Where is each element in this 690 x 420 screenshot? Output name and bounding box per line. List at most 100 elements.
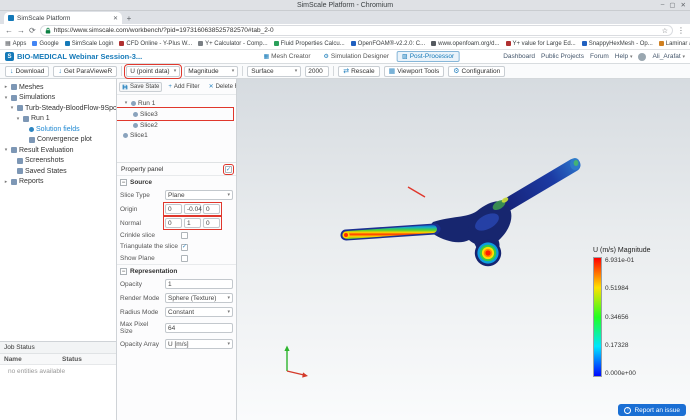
crinkle-checkbox[interactable] [181, 232, 188, 239]
close-icon[interactable]: ✕ [681, 1, 686, 9]
filter-tree-slice1[interactable]: Slice1 [117, 130, 236, 140]
bookmark-item[interactable]: SnappyHexMesh - Op... [582, 41, 653, 47]
tree-item-run1[interactable]: ▾Run 1 [0, 114, 116, 125]
simscale-logo: S [5, 52, 14, 61]
bookmark-star-icon[interactable]: ☆ [662, 27, 668, 35]
tab-mesh-creator[interactable]: ▦Mesh Creator [258, 51, 315, 62]
rescale-button[interactable]: ⇄Rescale [338, 66, 379, 77]
link-help[interactable]: Help ▾ [615, 53, 633, 60]
bookmark-item[interactable]: CFD Online - Y-Plus W... [119, 41, 192, 47]
tree-item-reports[interactable]: ▸Reports [0, 177, 116, 188]
origin-y-input[interactable]: -0.04 [184, 204, 201, 214]
favicon-icon [659, 41, 664, 46]
solution-fields-icon [29, 127, 34, 132]
representation-select[interactable]: Surface▾ [247, 66, 301, 77]
tree-item-meshes[interactable]: ▸Meshes [0, 82, 116, 93]
normal-z-input[interactable]: 0 [203, 218, 220, 228]
new-tab-button[interactable]: + [122, 12, 136, 24]
add-filter-button[interactable]: +Add Filter [165, 82, 202, 92]
origin-row: Origin 0 -0.04 0 [117, 202, 236, 216]
filter-tree-run1[interactable]: ▾Run 1 [117, 98, 236, 108]
filter-tree-slice2[interactable]: Slice2 [117, 120, 236, 130]
component-select[interactable]: Magnitude▾ [184, 66, 238, 77]
max-pixel-input[interactable]: 64 [165, 323, 233, 333]
back-icon[interactable]: ← [5, 27, 13, 35]
show-plane-checkbox[interactable] [181, 255, 188, 262]
bookmark-item[interactable]: www.openfoam.org/d... [431, 41, 499, 47]
tree-item-solution-fields[interactable]: Solution fields [0, 124, 116, 135]
chevron-down-icon: ▾ [227, 341, 230, 347]
chevron-down-icon: ▾ [227, 192, 230, 198]
bookmark-item[interactable]: Laminar and Turbulen... [659, 41, 690, 47]
user-menu[interactable]: Ali_Arafat ▾ [652, 53, 685, 60]
browser-tab[interactable]: SimScale Platform ✕ [4, 12, 122, 24]
legend-title: U (m/s) Magnitude [593, 247, 687, 254]
chevron-down-icon[interactable]: ▾ [3, 147, 9, 153]
maximize-icon[interactable]: ▢ [669, 1, 675, 9]
download-button[interactable]: ↓Download [5, 66, 49, 77]
link-dashboard[interactable]: Dashboard [503, 53, 535, 60]
save-state-button[interactable]: Save State [119, 82, 162, 92]
bookmark-apps[interactable]: ▦Apps [5, 40, 26, 47]
simulation-case-icon [17, 105, 23, 111]
bookmark-item[interactable]: SimScale Login [65, 41, 114, 47]
chevron-down-icon[interactable]: ▾ [9, 105, 15, 111]
get-paraviewer-button[interactable]: ↓Get ParaVieweR [53, 66, 117, 77]
tab-close-icon[interactable]: ✕ [113, 15, 118, 22]
delete-filter-button[interactable]: ✕Delete Filter [206, 81, 237, 92]
max-points-input[interactable]: 2000 [305, 66, 329, 77]
tree-item-simulation-name[interactable]: ▾Turb-Steady-BloodFlow-9Spc [0, 103, 116, 114]
tree-item-simulations[interactable]: ▾Simulations [0, 93, 116, 104]
opacity-array-select[interactable]: U [m/s]▾ [165, 339, 233, 349]
slice-type-select[interactable]: Plane▾ [165, 190, 233, 200]
configuration-button[interactable]: ⚙Configuration [448, 66, 505, 77]
link-public-projects[interactable]: Public Projects [541, 53, 584, 60]
tree-item-convergence-plot[interactable]: Convergence plot [0, 135, 116, 146]
apply-checkbox[interactable]: ✓ [225, 166, 232, 173]
url-input[interactable]: https://www.simscale.com/workbench/?pid=… [40, 25, 673, 36]
chevron-down-icon[interactable]: ▾ [123, 100, 129, 106]
source-section-header[interactable]: − Source [117, 175, 236, 188]
origin-z-input[interactable]: 0 [203, 204, 220, 214]
normal-x-input[interactable]: 0 [165, 218, 182, 228]
chevron-right-icon[interactable]: ▸ [3, 84, 9, 90]
chevron-right-icon[interactable]: ▸ [3, 179, 9, 185]
collapse-icon[interactable]: − [120, 268, 127, 275]
tree-item-saved-states[interactable]: Saved States [0, 166, 116, 177]
tab-post-processor[interactable]: ▨Post-Processor [397, 51, 459, 62]
link-forum[interactable]: Forum [590, 53, 609, 60]
chevron-down-icon[interactable]: ▾ [15, 116, 21, 122]
bookmark-item[interactable]: Y+ value for Large Ed... [506, 41, 576, 47]
representation-section-header[interactable]: − Representation [117, 264, 236, 277]
reload-icon[interactable]: ⟳ [29, 27, 36, 35]
report-issue-button[interactable]: ! Report an issue [618, 404, 686, 416]
bookmark-item[interactable]: OpenFOAM®-v2.2.0: C... [351, 41, 425, 47]
filter-tree-slice3[interactable]: Slice3 [117, 109, 232, 119]
bookmark-item[interactable]: Google [32, 41, 58, 47]
bookmark-item[interactable]: Fluid Properties Calcu... [274, 41, 345, 47]
collapse-icon[interactable]: − [120, 179, 127, 186]
field-select[interactable]: U (point data)▾ [126, 66, 180, 77]
chevron-down-icon[interactable]: ▾ [3, 95, 9, 101]
minimize-icon[interactable]: – [661, 1, 665, 9]
tab-title: SimScale Platform [17, 15, 70, 22]
origin-x-input[interactable]: 0 [165, 204, 182, 214]
tree-item-result-evaluation[interactable]: ▾Result Evaluation [0, 145, 116, 156]
bookmark-item[interactable]: Y+ Calculator - Comp... [198, 41, 268, 47]
radius-mode-select[interactable]: Constant▾ [165, 307, 233, 317]
normal-y-input[interactable]: 1 [184, 218, 201, 228]
avatar[interactable] [638, 53, 646, 61]
viewport-tools-button[interactable]: ▦Viewport Tools [384, 66, 445, 77]
forward-icon[interactable]: → [17, 27, 25, 35]
opacity-input[interactable]: 1 [165, 279, 233, 289]
triangulate-checkbox[interactable]: ✓ [181, 244, 188, 251]
tree-item-screenshots[interactable]: Screenshots [0, 156, 116, 167]
menu-dots-icon[interactable]: ⋮ [677, 27, 685, 35]
download-icon: ↓ [10, 68, 14, 75]
viewport-3d[interactable]: U (m/s) Magnitude 6.931e-01 0.51984 0.34… [237, 79, 690, 420]
render-mode-select[interactable]: Sphere (Texture)▾ [165, 293, 233, 303]
project-title[interactable]: BIO-MEDICAL Webinar Session-3... [17, 52, 142, 61]
issue-icon: ! [624, 407, 631, 414]
show-plane-label: Show Plane [120, 255, 178, 262]
tab-simulation-designer[interactable]: ⚙Simulation Designer [318, 51, 394, 62]
